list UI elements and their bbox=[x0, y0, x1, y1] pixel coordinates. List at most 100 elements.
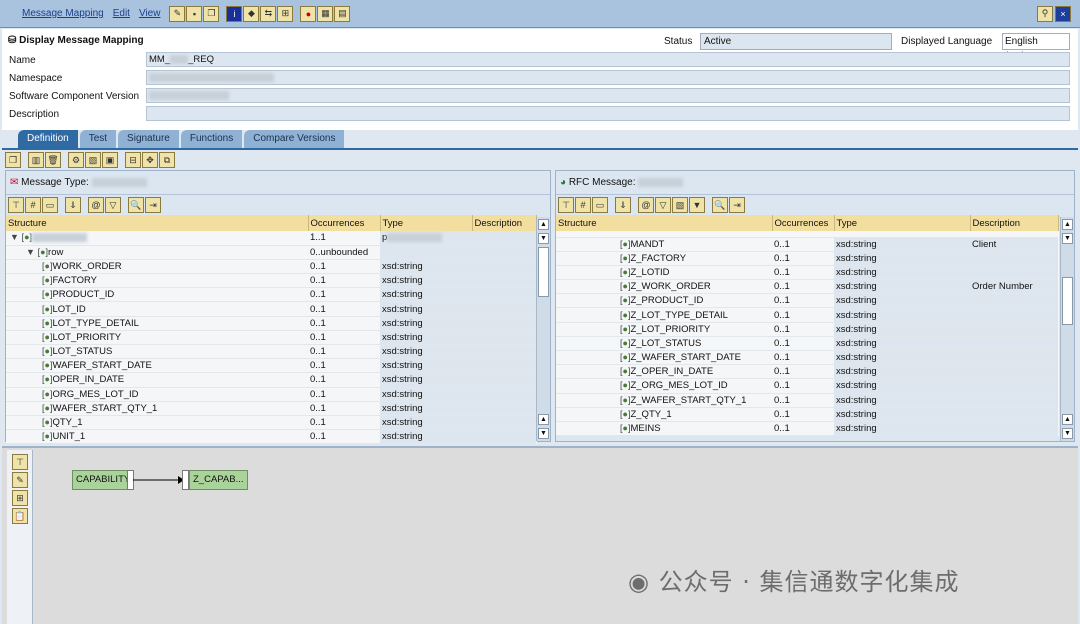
find-icon[interactable]: 🔍 bbox=[712, 197, 728, 213]
activate-icon[interactable]: ◆ bbox=[243, 5, 260, 22]
function-icon[interactable]: ⊤ bbox=[12, 454, 28, 470]
document-icon[interactable]: ▧ bbox=[672, 197, 688, 213]
menu-edit[interactable]: Edit bbox=[113, 8, 130, 19]
table-icon[interactable]: # bbox=[575, 197, 591, 213]
column-header[interactable]: Occurrences bbox=[772, 215, 835, 231]
table-icon[interactable]: # bbox=[25, 197, 41, 213]
table-row[interactable]: [●]QTY_1 0..1 xsd:string bbox=[6, 415, 536, 431]
references-icon[interactable]: ⊞ bbox=[277, 5, 294, 22]
rfc-icon[interactable]: ▭ bbox=[592, 197, 608, 213]
menu-message-mapping[interactable]: Message Mapping bbox=[22, 8, 104, 19]
copy-icon[interactable]: ❐ bbox=[203, 5, 220, 22]
table-row[interactable]: [●]WAFER_START_QTY_1 0..1 xsd:string bbox=[6, 401, 536, 416]
document-icon[interactable]: ▧ bbox=[85, 152, 101, 168]
table-row[interactable]: [●]Z_LOT_PRIORITY 0..1 xsd:string bbox=[556, 322, 1058, 337]
source-node-capability[interactable]: CAPABILITY bbox=[72, 470, 135, 490]
duplicate-icon[interactable]: ▥ bbox=[28, 152, 44, 168]
table-row[interactable]: [●]WAFER_START_DATE 0..1 xsd:string bbox=[6, 358, 536, 374]
table-row[interactable]: [●]PRODUCT_ID 0..1 xsd:string bbox=[6, 287, 536, 303]
tree-icon[interactable]: ⊤ bbox=[8, 197, 24, 213]
column-header[interactable]: Occurrences bbox=[308, 215, 381, 231]
table-row[interactable]: [●]Z_LOT_STATUS 0..1 xsd:string bbox=[556, 336, 1058, 352]
swcv-field[interactable] bbox=[146, 88, 1070, 103]
table-row[interactable]: [●]ORG_MES_LOT_ID 0..1 xsd:string bbox=[6, 387, 536, 402]
table-row[interactable]: [●]Z_WORK_ORDER 0..1 xsd:string Order Nu… bbox=[556, 279, 1058, 295]
filter-icon[interactable]: ▽ bbox=[105, 197, 121, 213]
table-row[interactable]: [●]LOT_ID 0..1 xsd:string bbox=[6, 301, 536, 317]
grid-icon[interactable]: ▦ bbox=[317, 5, 334, 22]
table-row[interactable]: [●]Z_LOTID 0..1 xsd:string bbox=[556, 265, 1058, 281]
export-icon[interactable]: ⇥ bbox=[145, 197, 161, 213]
language-select[interactable]: English (OL)▤ bbox=[1002, 33, 1070, 62]
column-header[interactable]: Type bbox=[834, 215, 971, 231]
filter-icon[interactable]: ▽ bbox=[655, 197, 671, 213]
delete-icon[interactable]: 🗑 bbox=[45, 152, 61, 168]
table-row[interactable]: [●]OPER_IN_DATE 0..1 xsd:string bbox=[6, 372, 536, 388]
history-icon[interactable]: ● bbox=[300, 5, 317, 22]
table-row[interactable]: [●]LOT_PRIORITY 0..1 xsd:string bbox=[6, 330, 536, 346]
export-icon[interactable]: ⇥ bbox=[729, 197, 745, 213]
namespace-icon[interactable]: @ bbox=[88, 197, 104, 213]
column-header[interactable]: Description bbox=[472, 215, 537, 231]
print-icon[interactable]: ▤ bbox=[334, 5, 351, 22]
table-row[interactable]: [●]Z_PRODUCT_ID 0..1 xsd:string bbox=[556, 293, 1058, 309]
tab-compare-versions[interactable]: Compare Versions bbox=[244, 130, 345, 148]
clipboard-icon[interactable]: 📋 bbox=[12, 508, 28, 524]
settings-icon[interactable]: ⚙ bbox=[68, 152, 84, 168]
source-scrollbar[interactable]: ▲ ▼ ▲ ▼ bbox=[536, 217, 550, 441]
table-row[interactable]: [●]Z_FACTORY 0..1 xsd:string bbox=[556, 251, 1058, 266]
table-row[interactable]: [●]Z_ORG_MES_LOT_ID 0..1 xsd:string bbox=[556, 378, 1058, 394]
menu-view[interactable]: View bbox=[139, 8, 161, 19]
target-port[interactable] bbox=[182, 470, 189, 490]
table-row[interactable]: [●]MANDT 0..1 xsd:string Client bbox=[556, 237, 1058, 252]
filter-dropdown-icon[interactable]: ▼ bbox=[689, 197, 705, 213]
expand-arrow-icon[interactable]: ▼ bbox=[26, 247, 35, 257]
expand-icon[interactable]: ⇓ bbox=[615, 197, 631, 213]
close-icon[interactable]: × bbox=[1055, 5, 1071, 22]
hierarchy-icon[interactable]: ⊞ bbox=[12, 490, 28, 506]
target-node-z-capability[interactable]: Z_CAPAB... bbox=[189, 470, 248, 490]
tab-signature[interactable]: Signature bbox=[118, 130, 179, 148]
rfc-icon[interactable]: ▭ bbox=[42, 197, 58, 213]
table-row[interactable]: [●]Z_WAFER_START_QTY_1 0..1 xsd:string bbox=[556, 393, 1058, 408]
expand-arrow-icon[interactable]: ▼ bbox=[10, 232, 19, 242]
table-row[interactable]: [●]UNIT_1 0..1 xsd:string bbox=[6, 429, 536, 445]
dependencies-icon[interactable]: ⊟ bbox=[125, 152, 141, 168]
info-icon[interactable]: i bbox=[226, 5, 243, 22]
column-header[interactable]: Structure bbox=[6, 215, 309, 231]
target-scrollbar[interactable]: ▲ ▼ ▲ ▼ bbox=[1060, 217, 1074, 441]
layout-icon[interactable]: ▣ bbox=[102, 152, 118, 168]
column-header[interactable]: Description bbox=[970, 215, 1059, 231]
overlay-icon[interactable]: ⧉ bbox=[159, 152, 175, 168]
table-row[interactable]: [●]FACTORY 0..1 xsd:string bbox=[6, 273, 536, 289]
table-row[interactable]: ▼ [●]row 0..unbounded bbox=[6, 245, 536, 260]
tree-icon[interactable]: ⊤ bbox=[558, 197, 574, 213]
move-icon[interactable]: ✥ bbox=[142, 152, 158, 168]
tab-definition[interactable]: Definition bbox=[18, 130, 78, 148]
namespace-icon[interactable]: @ bbox=[638, 197, 654, 213]
table-row[interactable]: [●]WORK_ORDER 0..1 xsd:string bbox=[6, 259, 536, 275]
where-used-icon[interactable]: ⇆ bbox=[260, 5, 277, 22]
edit-icon[interactable]: ✎ bbox=[12, 472, 28, 488]
table-row[interactable]: [●]Z_OPER_IN_DATE 0..1 xsd:string bbox=[556, 364, 1058, 380]
column-header[interactable]: Type bbox=[380, 215, 473, 231]
tab-functions[interactable]: Functions bbox=[180, 130, 243, 148]
save-icon[interactable]: ▪ bbox=[186, 5, 203, 22]
table-row[interactable]: ▼ [●] 1..1 p bbox=[6, 231, 536, 246]
table-row[interactable]: [●]Z_WAFER_START_DATE 0..1 xsd:string bbox=[556, 350, 1058, 366]
table-row[interactable]: [●]MEINS 0..1 xsd:string bbox=[556, 421, 1058, 437]
column-header[interactable]: Structure bbox=[556, 215, 773, 231]
namespace-field[interactable] bbox=[146, 70, 1070, 85]
edit-pencil-icon[interactable]: ✎ bbox=[169, 5, 186, 22]
description-field[interactable] bbox=[146, 106, 1070, 121]
table-row[interactable]: [●]LOT_TYPE_DETAIL 0..1 xsd:string bbox=[6, 316, 536, 331]
table-row[interactable]: [●]LOT_STATUS 0..1 xsd:string bbox=[6, 344, 536, 360]
tab-test[interactable]: Test bbox=[79, 130, 117, 148]
table-row[interactable]: [●]Z_QTY_1 0..1 xsd:string bbox=[556, 407, 1058, 422]
copy-dropdown-icon[interactable]: ❐ bbox=[5, 152, 21, 168]
name-field[interactable]: MM_ _REQ bbox=[146, 52, 1070, 67]
pin-icon[interactable]: ⚲ bbox=[1037, 5, 1053, 22]
expand-icon[interactable]: ⇓ bbox=[65, 197, 81, 213]
table-row[interactable]: [●]Z_LOT_TYPE_DETAIL 0..1 xsd:string bbox=[556, 307, 1058, 323]
find-icon[interactable]: 🔍 bbox=[128, 197, 144, 213]
